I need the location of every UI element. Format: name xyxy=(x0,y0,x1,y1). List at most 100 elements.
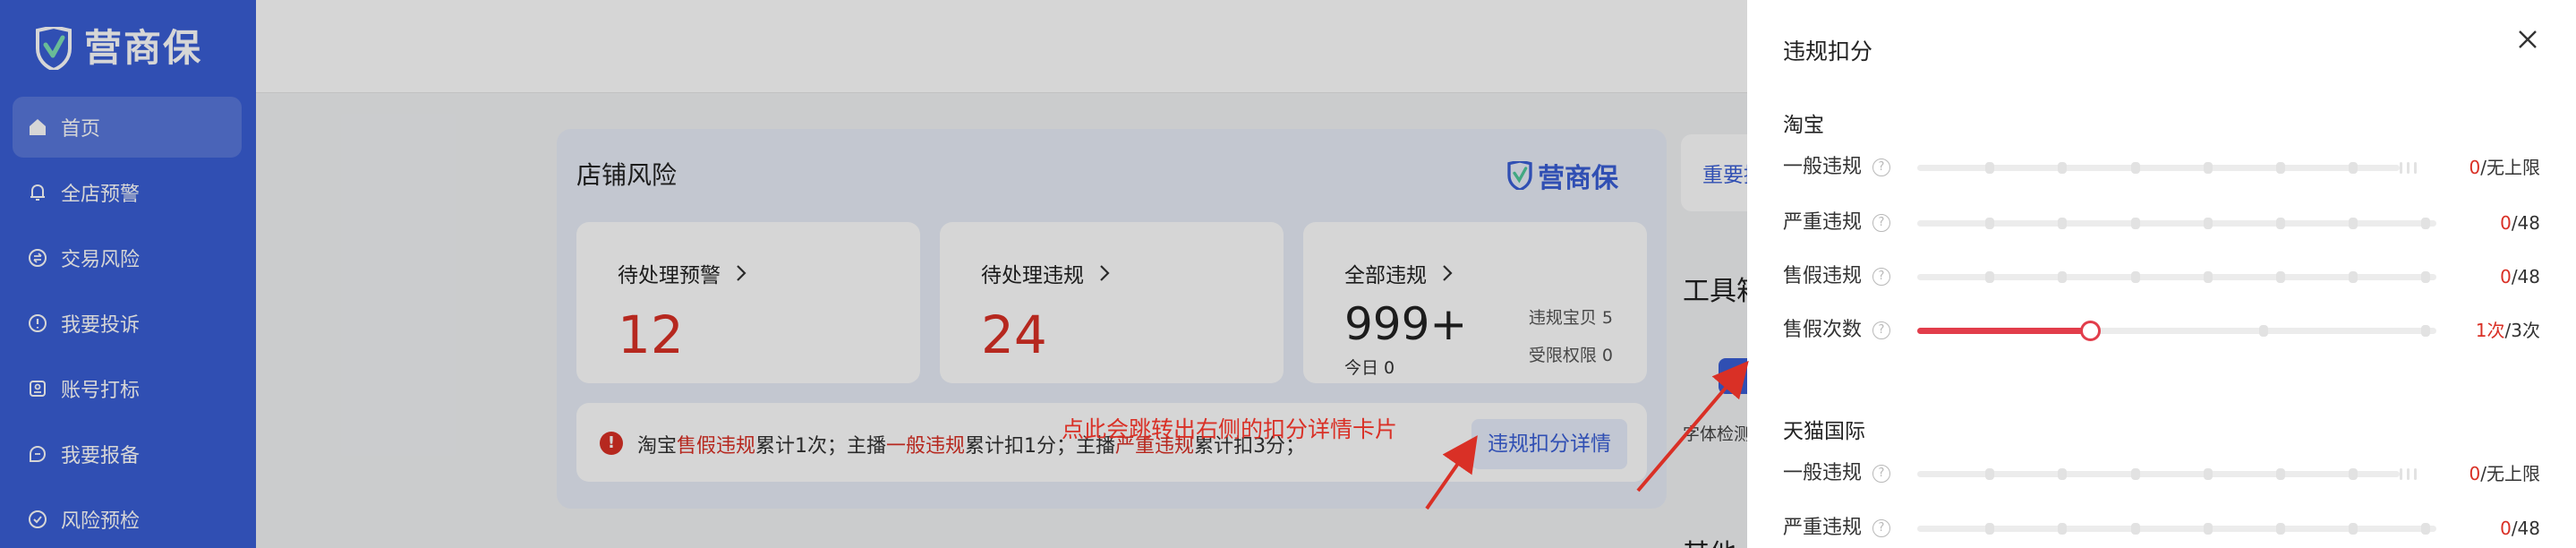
stat-value: 12 xyxy=(618,304,684,365)
rule-current: 0 xyxy=(2469,157,2481,178)
violation-detail-button[interactable]: 违规扣分详情 xyxy=(1471,419,1627,469)
alert-circle-icon xyxy=(27,313,48,334)
stat-label-text: 全部违规 xyxy=(1344,264,1427,287)
logo-shield-icon xyxy=(36,27,72,70)
app-logo[interactable]: 营商保 xyxy=(36,23,202,73)
top-bar xyxy=(256,0,1747,93)
stat-label: 待处理预警 xyxy=(618,258,747,288)
unlimited-tick xyxy=(2414,468,2418,480)
sidebar-item-report[interactable]: 我要报备 xyxy=(13,424,242,484)
brand-shield-icon xyxy=(1507,161,1532,190)
progress-track xyxy=(1917,218,2436,229)
progress-tick xyxy=(1985,218,1995,229)
sidebar-item-store-warning[interactable]: 全店预警 xyxy=(13,162,242,223)
stat-today: 今日 0 xyxy=(1344,358,1395,378)
sidebar-item-label: 我要投诉 xyxy=(61,314,141,337)
main-content: 店铺风险 营商保 待处理预警 12 待处理违规 24 全部违规 999+ 今日 … xyxy=(256,93,1788,548)
progress-tick xyxy=(2349,271,2358,283)
rule-limit: /48 xyxy=(2511,212,2540,234)
sidebar-item-risk-precheck[interactable]: 风险预检 xyxy=(13,489,242,548)
stat-label-text: 待处理违规 xyxy=(981,264,1084,287)
rule-current: 1次 xyxy=(2475,320,2505,341)
sidebar: 营商保 首页 全店预警 交易风险 我要投诉 账号打标 我要报备 风险预检 xyxy=(0,0,256,548)
warning-icon: ! xyxy=(600,432,623,455)
close-icon xyxy=(2519,30,2537,48)
progress-tick xyxy=(2349,162,2358,174)
rule-row: 严重违规 ? 0/48 xyxy=(1783,515,2540,542)
progress-tick xyxy=(2258,325,2268,337)
progress-tick xyxy=(2349,468,2358,480)
sidebar-menu: 首页 全店预警 交易风险 我要投诉 账号打标 我要报备 风险预检 xyxy=(13,97,242,548)
sidebar-item-label: 全店预警 xyxy=(61,184,141,206)
stat-all-violations[interactable]: 全部违规 999+ 今日 0 违规宝贝 5 受限权限 0 xyxy=(1303,222,1647,383)
rule-current: 0 xyxy=(2469,463,2481,484)
font-check-tool-label[interactable]: 字体检测 xyxy=(1683,421,1751,445)
progress-track xyxy=(1917,271,2436,283)
rule-current: 0 xyxy=(2500,212,2512,234)
progress-tick xyxy=(2058,523,2068,535)
other-title: 其他 xyxy=(1683,532,1736,548)
progress-tick xyxy=(2349,523,2358,535)
help-icon[interactable]: ? xyxy=(1872,465,1890,483)
progress-tick xyxy=(2421,523,2431,535)
progress-track xyxy=(1917,468,2418,480)
progress-tick xyxy=(2130,468,2140,480)
chevron-right-icon xyxy=(1100,265,1110,281)
rule-value: 0/48 xyxy=(2500,210,2540,236)
close-button[interactable] xyxy=(2515,27,2540,52)
help-icon[interactable]: ? xyxy=(1872,158,1890,176)
help-icon[interactable]: ? xyxy=(1872,268,1890,286)
rule-label: 严重违规 xyxy=(1783,517,1863,539)
rule-row: 售假违规 ? 0/48 xyxy=(1783,263,2540,290)
progress-track xyxy=(1917,162,2418,174)
progress-tick xyxy=(2276,468,2285,480)
stat-value: 999+ xyxy=(1344,298,1468,350)
stat-pending-violation[interactable]: 待处理违规 24 xyxy=(940,222,1284,383)
progress-tick xyxy=(1985,468,1995,480)
sidebar-item-account-tag[interactable]: 账号打标 xyxy=(13,358,242,419)
exchange-icon xyxy=(27,247,48,269)
progress-fill xyxy=(1917,328,2091,334)
progress-track xyxy=(1917,321,2436,341)
help-icon[interactable]: ? xyxy=(1872,214,1890,232)
stat-pending-warning[interactable]: 待处理预警 12 xyxy=(576,222,920,383)
violation-deduction-drawer: 违规扣分 淘宝 一般违规 ? 0/无上限 严重违规 ? 0/48 售假违规 ? … xyxy=(1747,0,2576,548)
progress-tick xyxy=(2058,162,2068,174)
sidebar-item-trade-risk[interactable]: 交易风险 xyxy=(13,227,242,288)
unlimited-tick xyxy=(2407,468,2410,480)
rule-current: 0 xyxy=(2500,518,2512,539)
chevron-right-icon xyxy=(737,265,746,281)
sidebar-item-home[interactable]: 首页 xyxy=(13,97,242,158)
stat-value: 24 xyxy=(981,304,1047,365)
unlimited-tick xyxy=(2407,162,2410,174)
progress-tick xyxy=(2276,162,2285,174)
notice-part: 淘宝 xyxy=(637,435,678,458)
progress-tick xyxy=(2203,468,2213,480)
help-icon[interactable]: ? xyxy=(1872,519,1890,537)
progress-tick xyxy=(2276,218,2285,229)
progress-tick xyxy=(1985,162,1995,174)
bell-icon xyxy=(27,182,48,203)
progress-tick xyxy=(2203,523,2213,535)
rule-row: 一般违规 ? 0/无上限 xyxy=(1783,460,2540,487)
sidebar-item-label: 我要报备 xyxy=(61,445,141,467)
progress-tick xyxy=(2203,271,2213,283)
stat-label-text: 待处理预警 xyxy=(618,264,721,287)
brand-mark-text: 营商保 xyxy=(1538,163,1618,194)
rule-value: 0/48 xyxy=(2500,515,2540,542)
stat-restricted-permissions: 受限权限 0 xyxy=(1528,346,1613,365)
sidebar-item-label: 首页 xyxy=(61,118,101,141)
drawer-title: 违规扣分 xyxy=(1783,39,1873,64)
stat-label: 待处理违规 xyxy=(981,258,1111,288)
progress-tick xyxy=(2130,162,2140,174)
sidebar-item-complaint[interactable]: 我要投诉 xyxy=(13,293,242,354)
unlimited-tick xyxy=(2400,468,2403,480)
sidebar-item-label: 交易风险 xyxy=(61,249,141,271)
help-icon[interactable]: ? xyxy=(1872,321,1890,339)
store-risk-title: 店铺风险 xyxy=(576,160,678,190)
section-title-taobao: 淘宝 xyxy=(1783,114,1824,137)
unlimited-tick xyxy=(2400,162,2403,174)
rule-limit: /无上限 xyxy=(2480,463,2540,484)
stat-label: 全部违规 xyxy=(1344,258,1454,288)
progress-knob xyxy=(2080,321,2102,341)
